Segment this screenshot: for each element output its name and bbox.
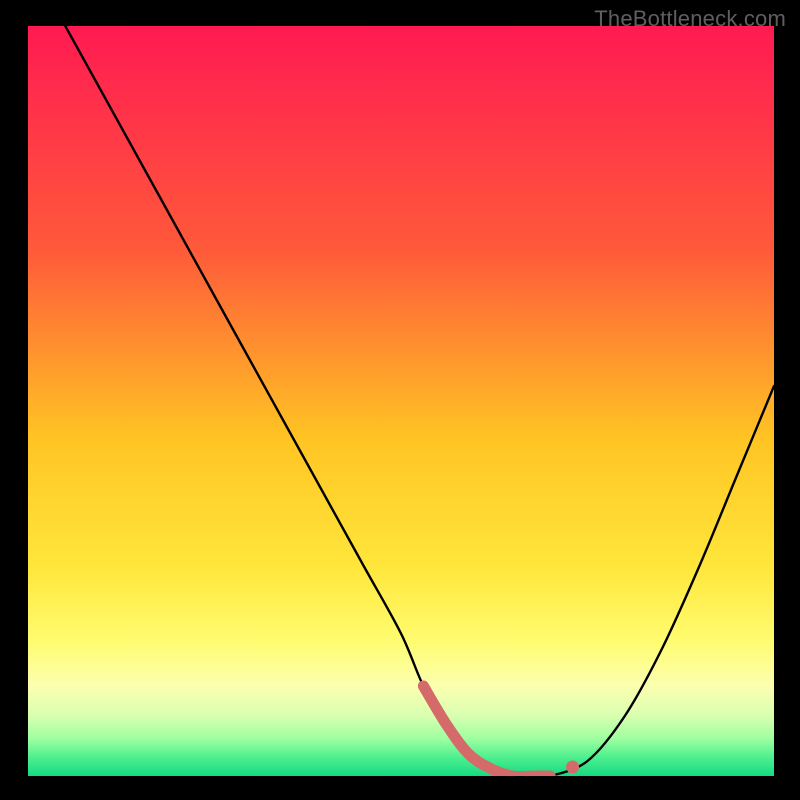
watermark-text: TheBottleneck.com <box>594 6 786 32</box>
chart-frame: TheBottleneck.com <box>0 0 800 800</box>
highlight-dot <box>566 761 579 774</box>
bottleneck-curve-chart <box>28 26 774 776</box>
plot-area <box>28 26 774 776</box>
gradient-background <box>28 26 774 776</box>
